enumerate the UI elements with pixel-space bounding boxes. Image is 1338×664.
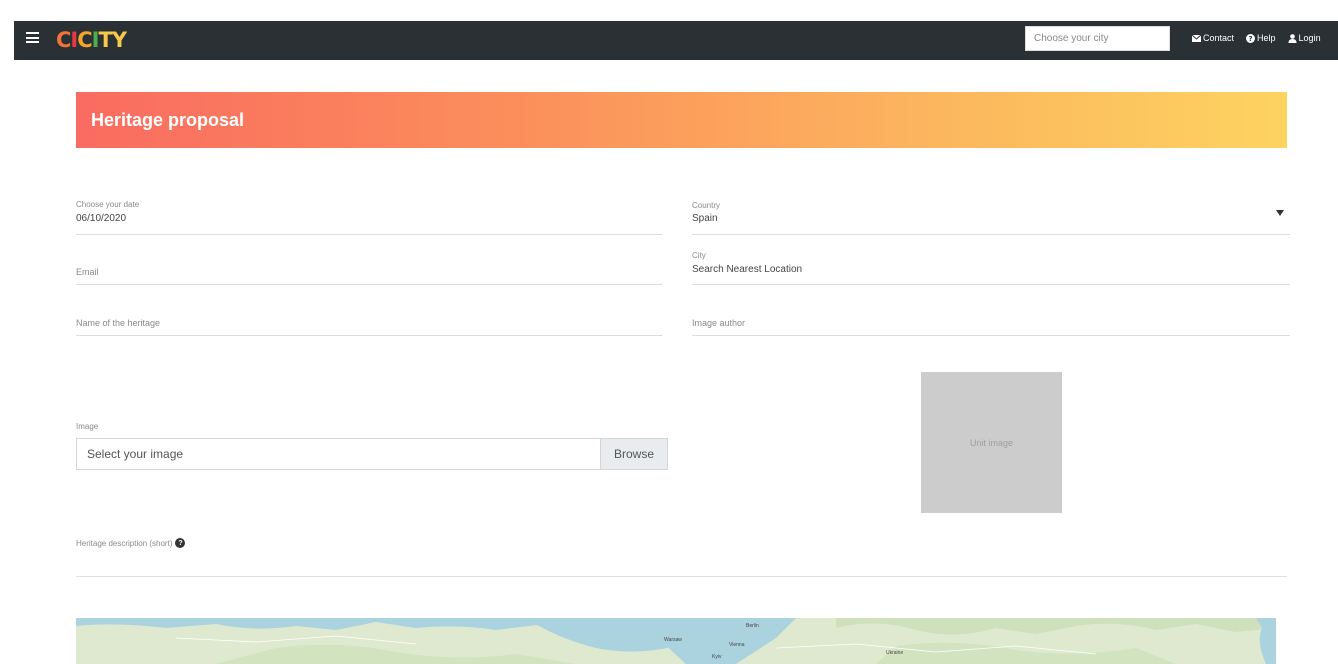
date-label: Choose your date [76,200,140,209]
nav-links: Contact ? Help Login [1192,33,1321,43]
image-preview: Unit image [921,372,1062,513]
info-icon[interactable]: ? [175,538,186,548]
logo-letter: C [77,28,92,52]
location-map[interactable]: Warsaw Berlin Vienna Kyiv Ukraine [76,618,1276,664]
country-value: Spain [692,213,718,224]
browse-button[interactable]: Browse [600,439,667,469]
image-label: Image [76,422,99,431]
date-field[interactable]: Choose your date 06/10/2020 [76,196,662,235]
map-label: Ukraine [886,650,904,656]
envelope-icon [1192,34,1201,42]
image-author-field[interactable]: Image author [692,306,1290,336]
chevron-down-icon[interactable] [1276,210,1284,216]
description-label: Heritage description (short) [76,538,173,548]
map-label: Berlin [746,623,759,629]
nav-help-label: Help [1257,33,1276,43]
email-placeholder: Email [76,267,99,277]
page-title: Heritage proposal [91,109,245,130]
nav-contact-link[interactable]: Contact [1192,33,1234,43]
map-label: Kyiv [712,654,722,660]
page-banner: Heritage proposal [76,92,1287,148]
map-label: Warsaw [664,637,682,643]
hamburger-menu-icon[interactable] [26,32,39,43]
date-value: 06/10/2020 [76,213,127,224]
ccity-logo[interactable]: CICITY [56,28,128,52]
city-value: Search Nearest Location [692,264,803,275]
svg-text:?: ? [1249,35,1253,43]
map-label: Vienna [729,642,745,648]
description-label-row: Heritage description (short) ? [76,538,186,548]
image-preview-text: Unit image [969,437,1014,448]
country-label: Country [692,201,721,210]
image-author-placeholder: Image author [692,318,746,328]
description-field[interactable] [76,576,1287,577]
email-field[interactable]: Email [76,255,662,285]
heritage-name-placeholder: Name of the heritage [76,318,161,328]
user-icon [1288,33,1297,43]
logo-letter: C [56,28,71,52]
file-input-text[interactable]: Select your image [77,439,600,469]
nav-help-link[interactable]: ? Help [1246,33,1276,43]
nav-login-link[interactable]: Login [1288,33,1321,43]
city-label: City [692,251,706,260]
question-circle-icon: ? [1246,33,1256,43]
heritage-name-field[interactable]: Name of the heritage [76,306,662,336]
nav-login-label: Login [1298,33,1321,43]
logo-letter: I [91,28,100,52]
logo-letter: TY [98,28,128,52]
nav-contact-label: Contact [1203,33,1235,43]
city-field[interactable]: City Search Nearest Location [692,246,1290,285]
city-search-input[interactable] [1025,26,1170,51]
image-file-input[interactable]: Select your image Browse [76,438,668,470]
top-navbar: CICITY Contact ? Help Login [14,21,1338,60]
country-select[interactable]: Country Spain [692,196,1290,235]
